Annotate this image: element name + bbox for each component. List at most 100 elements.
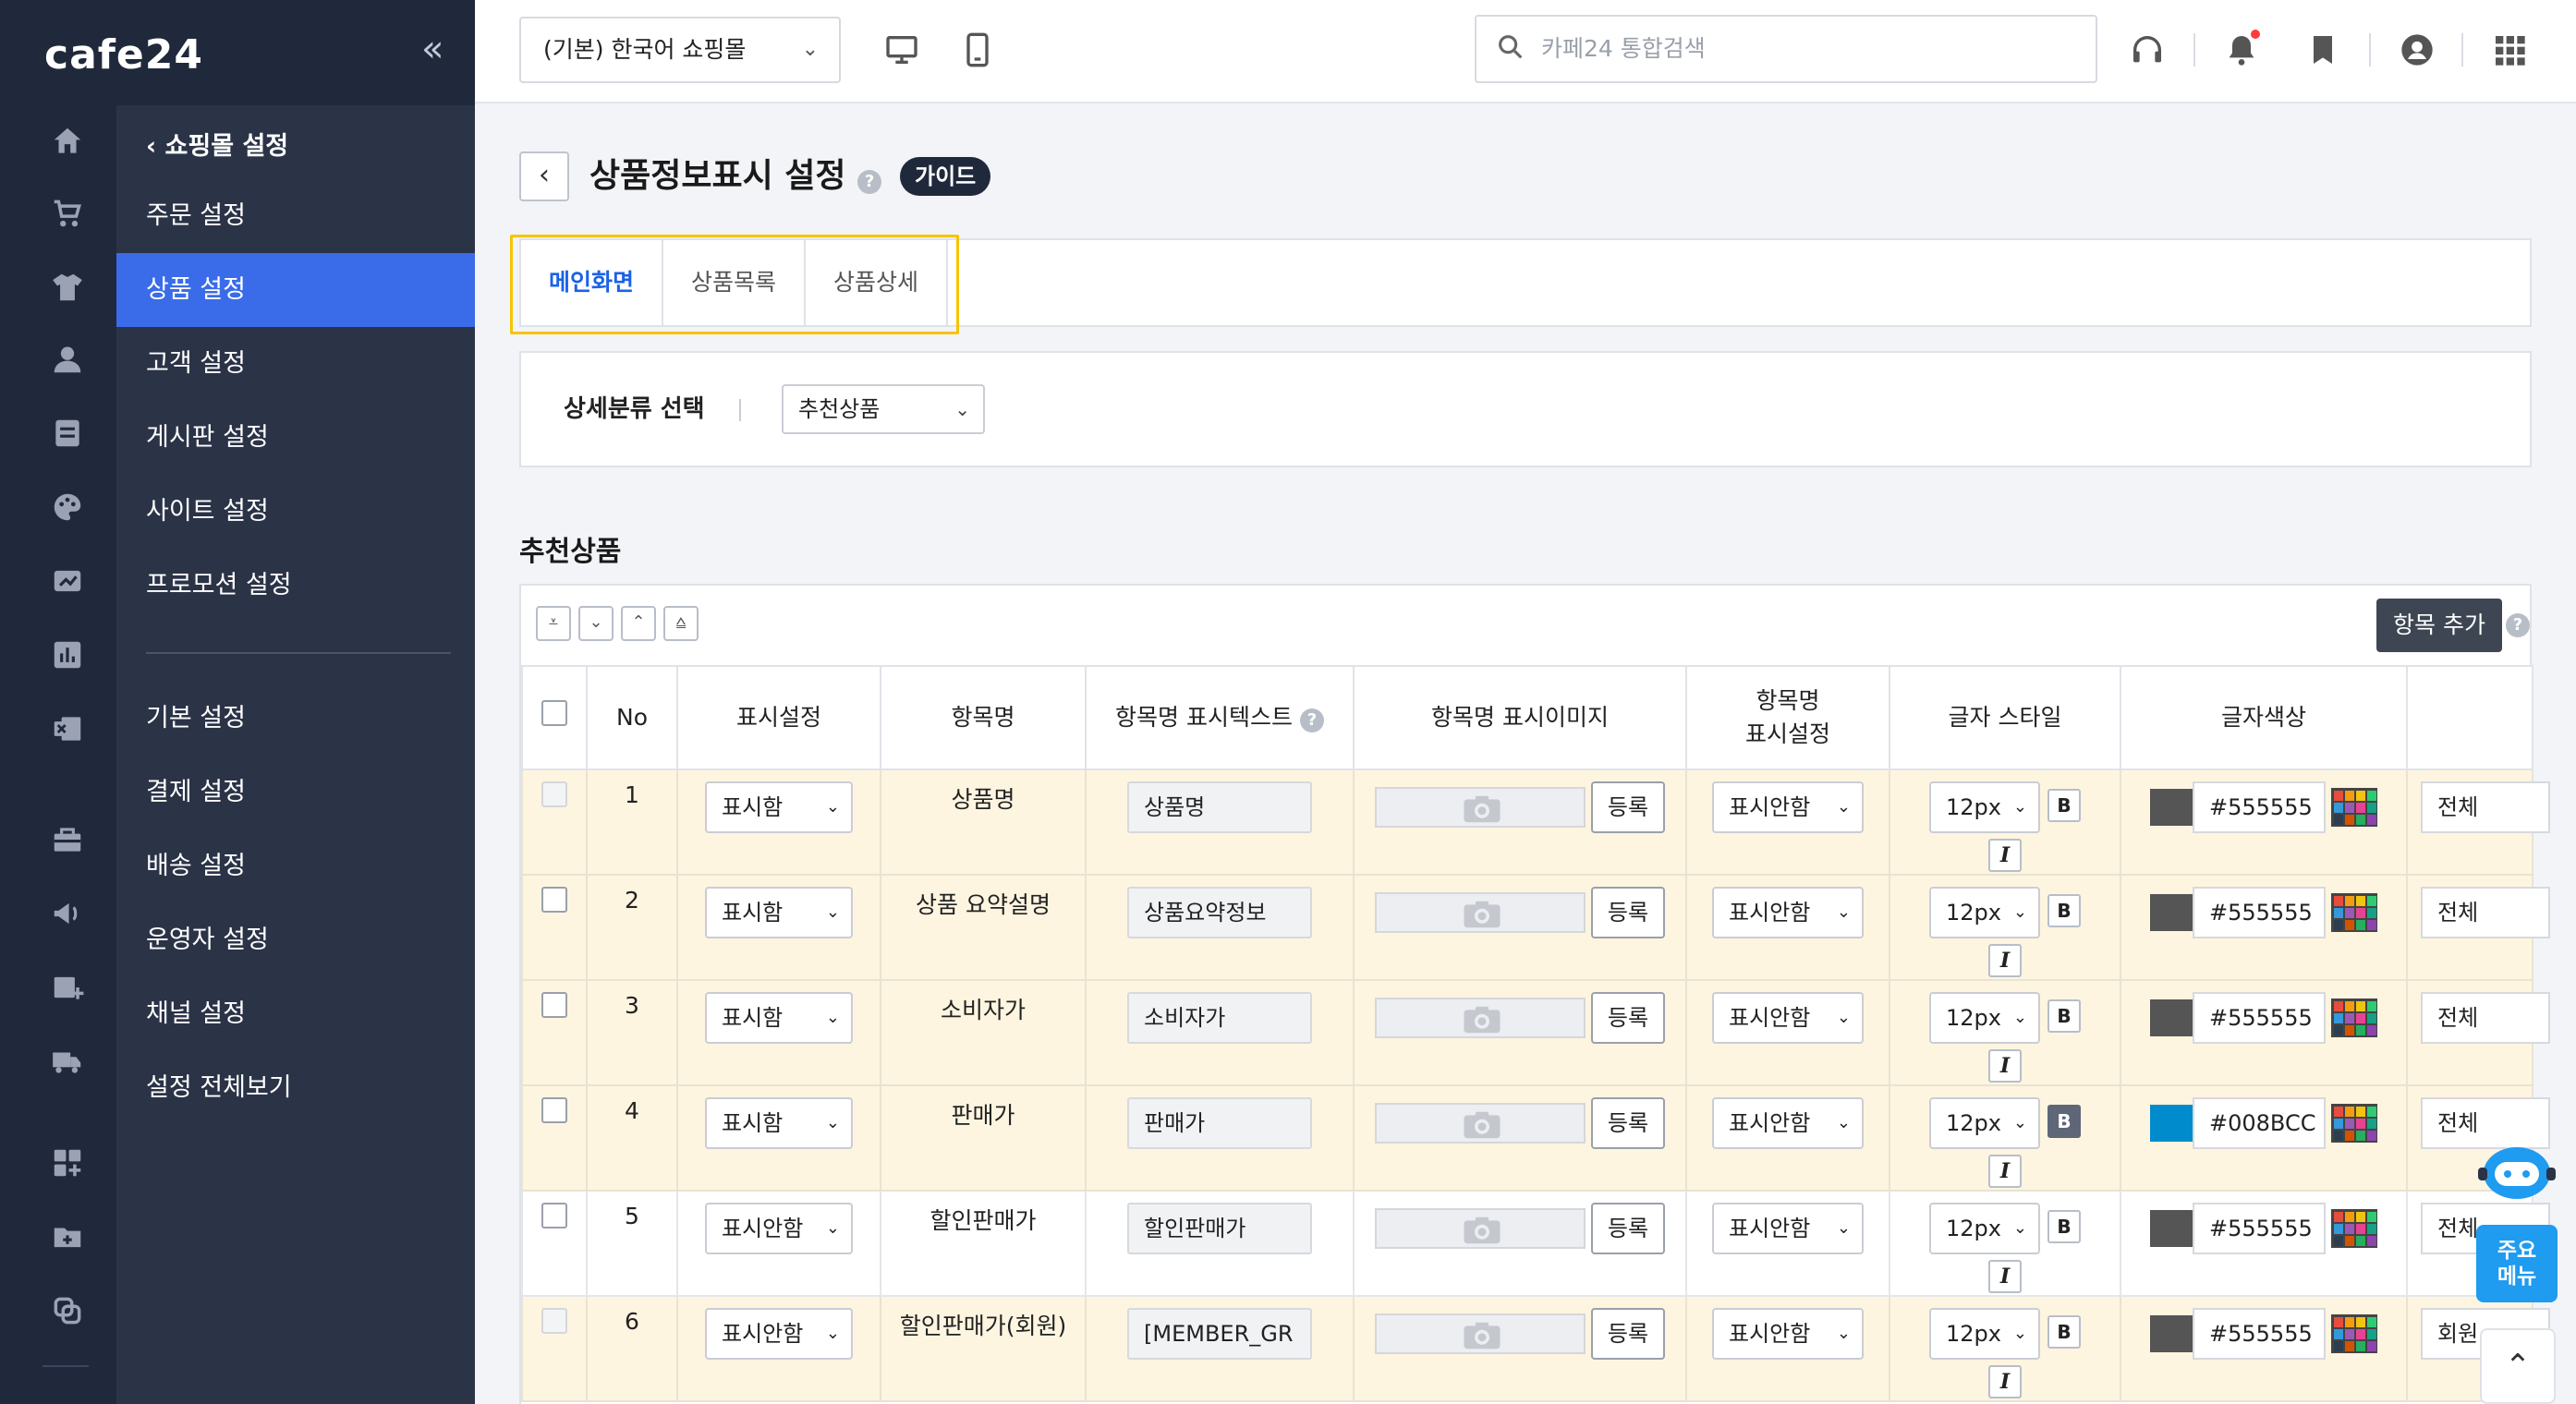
font-size-select[interactable]: 12px ⌄: [1929, 1097, 2040, 1149]
palette-icon[interactable]: [50, 490, 85, 525]
color-hex-input[interactable]: #555555: [2193, 992, 2326, 1044]
stats-icon[interactable]: [50, 637, 85, 672]
color-hex-input[interactable]: #555555: [2193, 781, 2326, 833]
menu-item-all-settings[interactable]: 설정 전체보기: [116, 1051, 475, 1125]
promotion-icon[interactable]: [50, 563, 85, 599]
color-swatch[interactable]: [2150, 999, 2193, 1036]
scroll-top-button[interactable]: ⌃: [2480, 1328, 2556, 1404]
menu-item-operator[interactable]: 운영자 설정: [116, 903, 475, 977]
bold-toggle[interactable]: B: [2047, 1210, 2081, 1243]
bold-toggle[interactable]: B: [2047, 1105, 2081, 1138]
main-menu-button[interactable]: 주요 메뉴: [2476, 1225, 2558, 1302]
cafe24-logo[interactable]: cafe24: [44, 31, 203, 79]
display-select[interactable]: 표시함 ⌄: [705, 992, 853, 1044]
color-hex-input[interactable]: #555555: [2193, 1203, 2326, 1254]
help-icon[interactable]: ?: [857, 170, 882, 194]
megaphone-icon[interactable]: [50, 896, 85, 931]
name-text-input[interactable]: 상품명: [1127, 781, 1312, 833]
move-top-button[interactable]: ⩠: [663, 606, 699, 641]
name-text-input[interactable]: 상품요약정보: [1127, 887, 1312, 938]
cart-icon[interactable]: [50, 196, 85, 231]
category-select[interactable]: 추천상품 ⌄: [782, 384, 985, 434]
board-icon[interactable]: [50, 416, 85, 451]
user-icon[interactable]: [50, 342, 85, 377]
menu-item-payment[interactable]: 결제 설정: [116, 756, 475, 829]
color-hex-input[interactable]: #555555: [2193, 887, 2326, 938]
color-hex-input[interactable]: #008BCC: [2193, 1097, 2326, 1149]
bold-toggle[interactable]: B: [2047, 1315, 2081, 1349]
color-hex-input[interactable]: #555555: [2193, 1308, 2326, 1360]
truck-icon[interactable]: [50, 1044, 85, 1079]
font-size-select[interactable]: 12px ⌄: [1929, 1308, 2040, 1360]
search-box[interactable]: 카페24 통합검색: [1475, 15, 2097, 83]
bookmark-icon[interactable]: [2304, 31, 2341, 72]
register-image-button[interactable]: 등록: [1591, 1308, 1665, 1360]
row-checkbox[interactable]: [541, 1097, 567, 1123]
row-checkbox[interactable]: [541, 1308, 567, 1334]
name-display-select[interactable]: 표시안함 ⌄: [1712, 992, 1864, 1044]
italic-toggle[interactable]: I: [1988, 839, 2022, 872]
bold-toggle[interactable]: B: [2047, 999, 2081, 1033]
menu-item-basic[interactable]: 기본 설정: [116, 682, 475, 756]
color-swatch[interactable]: [2150, 789, 2193, 826]
calendar-add-icon[interactable]: [50, 970, 85, 1005]
app-grid-icon[interactable]: [2491, 31, 2528, 72]
color-swatch[interactable]: [2150, 1105, 2193, 1142]
tshirt-icon[interactable]: [50, 270, 85, 305]
menu-item-site[interactable]: 사이트 설정: [116, 475, 475, 549]
row-checkbox[interactable]: [541, 781, 567, 807]
color-palette-icon[interactable]: [2331, 1314, 2377, 1353]
headset-icon[interactable]: [2129, 31, 2166, 72]
register-image-button[interactable]: 등록: [1591, 1203, 1665, 1254]
display-select[interactable]: 표시안함 ⌄: [705, 1308, 853, 1360]
store-icon[interactable]: [50, 822, 85, 857]
color-palette-icon[interactable]: [2331, 788, 2377, 827]
name-text-input[interactable]: [MEMBER_GR: [1127, 1308, 1312, 1360]
name-display-select[interactable]: 표시안함 ⌄: [1712, 1203, 1864, 1254]
color-swatch[interactable]: [2150, 894, 2193, 931]
menu-item-customer[interactable]: 고객 설정: [116, 327, 475, 401]
collapse-sidebar-button[interactable]: «: [421, 28, 444, 70]
italic-toggle[interactable]: I: [1988, 1260, 2022, 1293]
name-display-select[interactable]: 표시안함 ⌄: [1712, 781, 1864, 833]
mobile-icon[interactable]: [959, 31, 996, 72]
name-text-input[interactable]: 소비자가: [1127, 992, 1312, 1044]
italic-toggle[interactable]: I: [1988, 1155, 2022, 1188]
register-image-button[interactable]: 등록: [1591, 781, 1665, 833]
font-size-select[interactable]: 12px ⌄: [1929, 887, 2040, 938]
search-input[interactable]: 카페24 통합검색: [1541, 17, 1706, 81]
bold-toggle[interactable]: B: [2047, 789, 2081, 822]
font-size-select[interactable]: 12px ⌄: [1929, 781, 2040, 833]
menu-back-link[interactable]: ‹ 쇼핑몰 설정: [146, 126, 288, 162]
move-up-button[interactable]: ⌃: [621, 606, 656, 641]
scope-input[interactable]: 전체: [2421, 781, 2550, 833]
move-bottom-button[interactable]: ⩡: [536, 606, 571, 641]
account-icon[interactable]: [2399, 31, 2436, 72]
menu-item-shipping[interactable]: 배송 설정: [116, 829, 475, 903]
color-palette-icon[interactable]: [2331, 999, 2377, 1037]
mall-select[interactable]: (기본) 한국어 쇼핑몰 ⌄: [519, 17, 841, 83]
guide-button[interactable]: 가이드: [900, 157, 991, 196]
excel-icon[interactable]: [50, 711, 85, 746]
name-text-input[interactable]: 판매가: [1127, 1097, 1312, 1149]
move-down-button[interactable]: ⌄: [578, 606, 614, 641]
chatbot-icon[interactable]: [2476, 1138, 2558, 1206]
apps-add-icon[interactable]: [50, 1145, 85, 1180]
register-image-button[interactable]: 등록: [1591, 1097, 1665, 1149]
display-select[interactable]: 표시함 ⌄: [705, 1097, 853, 1149]
name-display-select[interactable]: 표시안함 ⌄: [1712, 1308, 1864, 1360]
italic-toggle[interactable]: I: [1988, 1049, 2022, 1083]
folder-add-icon[interactable]: [50, 1219, 85, 1254]
register-image-button[interactable]: 등록: [1591, 992, 1665, 1044]
copy-icon[interactable]: [50, 1293, 85, 1328]
color-palette-icon[interactable]: [2331, 893, 2377, 932]
scope-input[interactable]: 전체: [2421, 992, 2550, 1044]
help-icon[interactable]: ?: [2506, 613, 2530, 637]
row-checkbox[interactable]: [541, 1203, 567, 1228]
font-size-select[interactable]: 12px ⌄: [1929, 992, 2040, 1044]
display-select[interactable]: 표시안함 ⌄: [705, 1203, 853, 1254]
name-text-input[interactable]: 할인판매가: [1127, 1203, 1312, 1254]
display-select[interactable]: 표시함 ⌄: [705, 781, 853, 833]
home-icon[interactable]: [50, 124, 85, 159]
menu-item-board[interactable]: 게시판 설정: [116, 401, 475, 475]
